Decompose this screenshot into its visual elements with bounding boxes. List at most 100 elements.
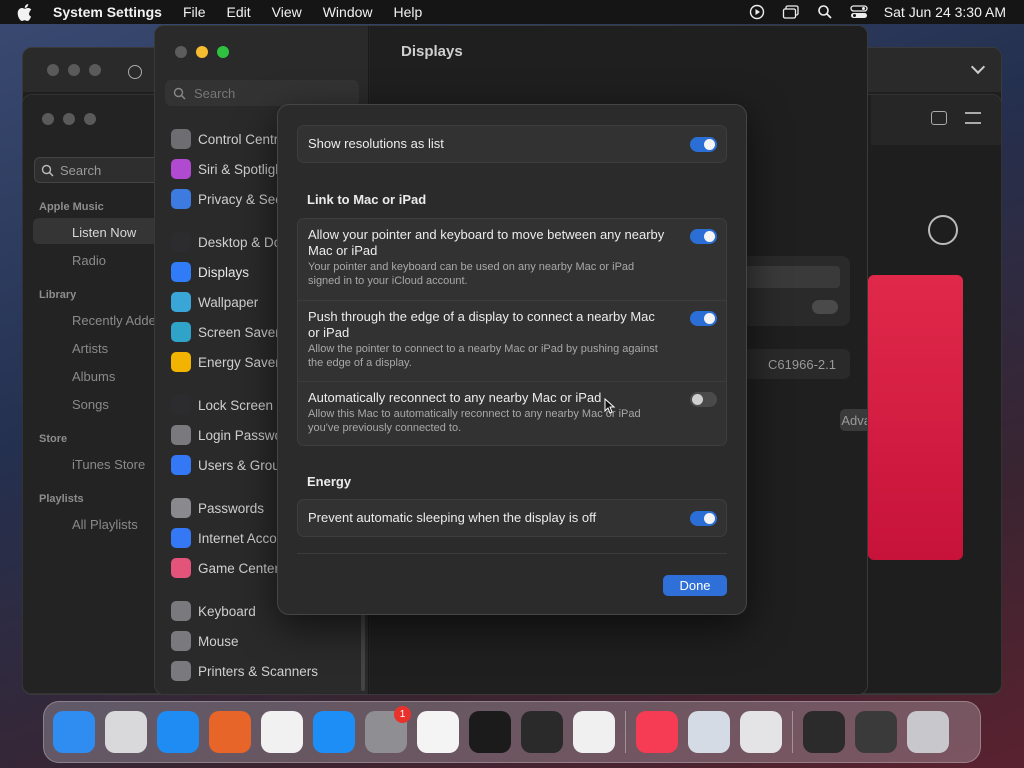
queue-list-icon[interactable]: [965, 112, 981, 124]
music-search-placeholder: Search: [60, 162, 102, 178]
settings-zoom-button[interactable]: [217, 46, 229, 58]
minimize-button[interactable]: [68, 64, 80, 76]
display-option-bar: [740, 266, 840, 288]
preview-icon[interactable]: [688, 711, 730, 753]
dock: 1: [43, 701, 981, 763]
music-item-all-playlists[interactable]: All Playlists: [72, 517, 138, 532]
push-through-label: Push through the edge of a display to co…: [308, 309, 655, 340]
music-close-button[interactable]: [42, 113, 54, 125]
sidebar-item-label: Lock Screen: [198, 397, 274, 413]
dialog-divider: [297, 553, 727, 554]
app-store-icon[interactable]: [313, 711, 355, 753]
keyboard-icon: [171, 601, 191, 621]
mouse-icon: [171, 631, 191, 651]
music-section-playlists: Playlists: [39, 493, 84, 505]
music-icon[interactable]: [636, 711, 678, 753]
music-section-apple-music: Apple Music: [39, 201, 104, 213]
setting-row: Push through the edge of a display to co…: [298, 300, 726, 381]
music-toolbar-right: [871, 95, 1001, 145]
energy-section-title: Energy: [307, 474, 352, 489]
menu-help[interactable]: Help: [394, 4, 423, 20]
sidebar-item-printers-scanners[interactable]: Printers & Scanners: [171, 660, 361, 682]
push-through-toggle[interactable]: [690, 311, 717, 326]
settings-search-field[interactable]: Search: [165, 80, 359, 106]
archive-icon[interactable]: [740, 711, 782, 753]
music-item-recently-added[interactable]: Recently Added: [72, 313, 163, 328]
launchpad-icon[interactable]: [105, 711, 147, 753]
menu-bar: System Settings File Edit View Window He…: [0, 0, 1024, 24]
menubar-clock[interactable]: Sat Jun 24 3:30 AM: [884, 4, 1006, 20]
notification-badge: 1: [394, 706, 411, 723]
firefox-icon[interactable]: [209, 711, 251, 753]
music-item-songs[interactable]: Songs: [72, 397, 109, 412]
menu-window[interactable]: Window: [323, 4, 373, 20]
pointer-keyboard-label: Allow your pointer and keyboard to move …: [308, 227, 665, 258]
music-section-library: Library: [39, 289, 77, 301]
menu-file[interactable]: File: [183, 4, 206, 20]
vscode-icon[interactable]: [573, 711, 615, 753]
wallpaper-icon: [171, 292, 191, 312]
setting-row: Show resolutions as list: [298, 126, 726, 162]
dock-separator: [792, 711, 793, 753]
window-thumbnail-icon[interactable]: [803, 711, 845, 753]
search-icon: [173, 87, 186, 100]
sidebar-item-label: Screen Saver: [198, 324, 280, 340]
music-search-field[interactable]: Search: [34, 157, 164, 183]
display-toggle[interactable]: [812, 300, 838, 314]
finder-icon[interactable]: [53, 711, 95, 753]
music-minimize-button[interactable]: [63, 113, 75, 125]
link-group: Allow your pointer and keyboard to move …: [297, 218, 727, 446]
gear-icon[interactable]: 1: [365, 706, 411, 753]
music-item-radio[interactable]: Radio: [72, 253, 106, 268]
music-item-albums[interactable]: Albums: [72, 369, 115, 384]
music-featured-artwork[interactable]: [868, 275, 963, 560]
lyrics-icon[interactable]: [931, 111, 947, 125]
app-name-menu[interactable]: System Settings: [53, 4, 162, 20]
settings-close-button[interactable]: [175, 46, 187, 58]
sidebar-item-mouse[interactable]: Mouse: [171, 630, 361, 652]
music-item-itunes-store[interactable]: iTunes Store: [72, 457, 145, 472]
music-item-artists[interactable]: Artists: [72, 341, 108, 356]
siri-icon: [171, 159, 191, 179]
textedit-icon[interactable]: [417, 711, 459, 753]
account-avatar-icon[interactable]: [928, 215, 958, 245]
music-item-listen-now[interactable]: Listen Now: [72, 225, 136, 240]
color-profile-popup[interactable]: C61966-2.1: [740, 349, 850, 379]
prevent-sleep-toggle[interactable]: [690, 511, 717, 526]
search-icon: [41, 164, 54, 177]
window-thumbnail-icon[interactable]: [855, 711, 897, 753]
guitar-icon[interactable]: [521, 711, 563, 753]
advanced-button[interactable]: Advanced...: [840, 409, 867, 431]
music-sidebar: Search Apple Music Listen Now Radio Libr…: [23, 95, 171, 693]
sidebar-item-label: Mouse: [198, 633, 239, 649]
display-settings-panel: [740, 256, 850, 326]
chevron-down-icon[interactable]: [970, 59, 986, 75]
trash-icon[interactable]: [907, 711, 949, 753]
pointer-keyboard-toggle[interactable]: [690, 229, 717, 244]
safari-icon[interactable]: [157, 711, 199, 753]
screen-saver-icon: [171, 322, 191, 342]
terminal-icon[interactable]: [469, 711, 511, 753]
mouse-pointer-icon: [604, 398, 616, 414]
apple-menu-icon[interactable]: [14, 2, 34, 22]
at-icon: [171, 528, 191, 548]
settings-search-placeholder: Search: [194, 85, 236, 101]
settings-minimize-button[interactable]: [196, 46, 208, 58]
sidebar-item-label: Passwords: [198, 500, 265, 516]
control-center-icon[interactable]: [850, 3, 868, 21]
menu-view[interactable]: View: [272, 4, 302, 20]
music-zoom-button[interactable]: [84, 113, 96, 125]
chrome-icon[interactable]: [261, 711, 303, 753]
auto-reconnect-toggle[interactable]: [690, 392, 717, 407]
close-button[interactable]: [47, 64, 59, 76]
show-resolutions-toggle[interactable]: [690, 137, 717, 152]
spotlight-search-icon[interactable]: [816, 3, 834, 21]
advanced-label: Advanced...: [841, 412, 867, 428]
menu-edit[interactable]: Edit: [227, 4, 251, 20]
done-button[interactable]: Done: [663, 575, 727, 596]
play-circle-icon[interactable]: [748, 3, 766, 21]
screen-mirroring-icon[interactable]: [782, 3, 800, 21]
sidebar-item-label: Game Center: [198, 560, 280, 576]
page-title: Displays: [401, 43, 463, 60]
zoom-button[interactable]: [89, 64, 101, 76]
